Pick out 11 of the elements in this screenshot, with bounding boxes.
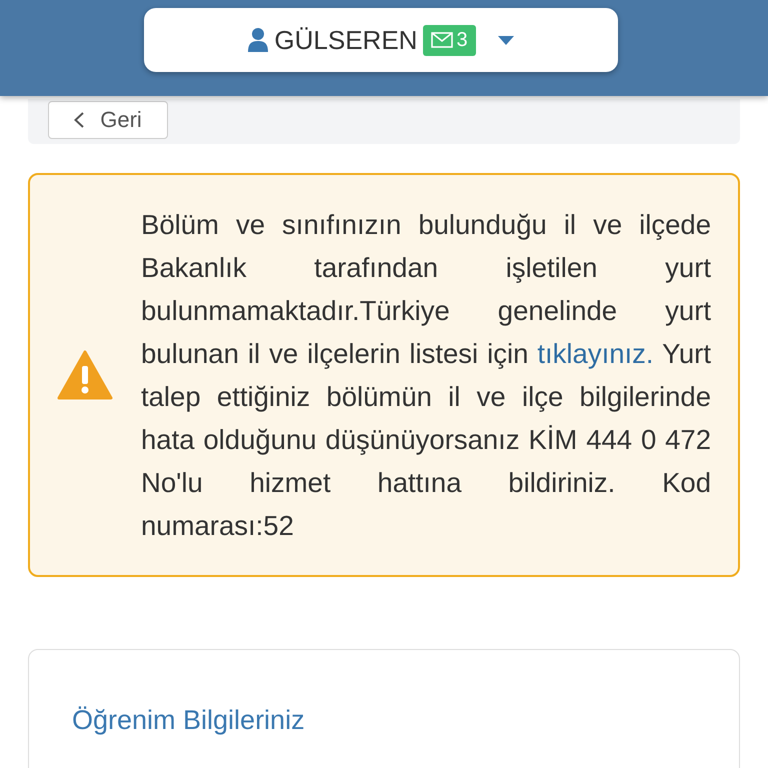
message-badge: 3: [423, 24, 476, 56]
list-link[interactable]: tıklayınız.: [537, 338, 654, 369]
chevron-left-icon: [74, 112, 84, 128]
user-icon: [248, 28, 268, 52]
warning-message: Bölüm ve sınıfınızın bulunduğu il ve ilçede Bakanlık tarafından işletilen yurt bulunmamaktadır.Türkiye genelinde yurt bulunan il ve ilçelerin listesi için tıklayınız. Yurt talep ettiğiniz bölümün il ve ilçe bilgilerinde hata olduğunu düşünüyorsanız KİM 444 0 472 No'lu hizmet hattına bildiriniz. Kod numarası:52: [141, 208, 711, 543]
back-button[interactable]: Geri: [48, 101, 168, 139]
caret-icon: [498, 36, 514, 44]
section-title: Öğrenim Bilgileriniz: [72, 705, 306, 736]
user-menu-button[interactable]: GÜLSEREN 3: [144, 8, 618, 72]
warning-icon: [57, 350, 113, 400]
user-name: GÜLSEREN: [274, 24, 418, 56]
